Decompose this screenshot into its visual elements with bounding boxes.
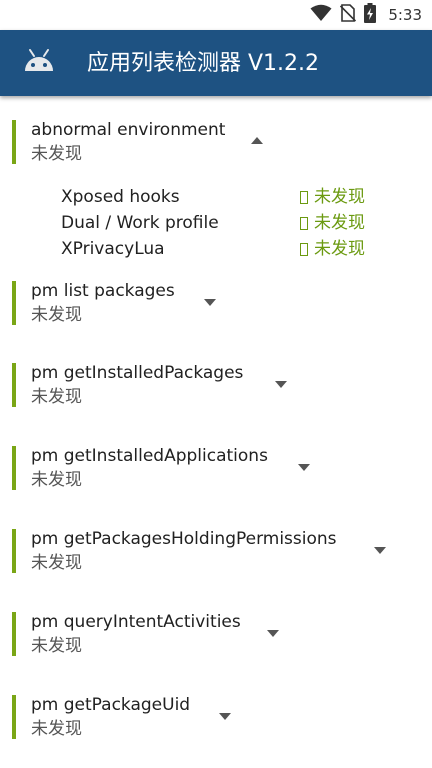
section-status: 未发现 bbox=[31, 144, 82, 164]
status-time: 5:33 bbox=[388, 6, 422, 24]
expand-arrow-icon[interactable] bbox=[267, 630, 279, 637]
section-title: pm getInstalledPackages bbox=[31, 363, 244, 383]
sub-item-status: 未发现 bbox=[300, 184, 365, 210]
sub-item-status: 未发现 bbox=[300, 236, 365, 262]
sub-item-label: Xposed hooks bbox=[61, 187, 180, 207]
status-icons: 5:33 bbox=[310, 3, 422, 27]
section-title: pm queryIntentActivities bbox=[31, 612, 241, 632]
expand-arrow-icon[interactable] bbox=[374, 547, 386, 554]
section-pm-list-packages[interactable]: pm list packages 未发现 bbox=[0, 279, 432, 327]
section-pm-getinstalledapplications[interactable]: pm getInstalledApplications 未发现 bbox=[0, 444, 432, 492]
android-icon bbox=[22, 47, 56, 79]
expand-arrow-icon[interactable] bbox=[219, 713, 231, 720]
section-accent-bar bbox=[12, 281, 16, 325]
section-title: abnormal environment bbox=[31, 120, 226, 140]
sub-item-label: Dual / Work profile bbox=[61, 213, 219, 233]
section-pm-queryintentactivities[interactable]: pm queryIntentActivities 未发现 bbox=[0, 610, 432, 658]
section-accent-bar bbox=[12, 446, 16, 490]
section-status: 未发现 bbox=[31, 636, 82, 656]
section-pm-getpackageuid[interactable]: pm getPackageUid 未发现 bbox=[0, 693, 432, 741]
checkbox-icon bbox=[300, 216, 308, 230]
section-accent-bar bbox=[12, 529, 16, 573]
sub-item-label: XPrivacyLua bbox=[61, 239, 165, 259]
section-status: 未发现 bbox=[31, 719, 82, 739]
app-title: 应用列表检测器 V1.2.2 bbox=[87, 51, 320, 76]
list-item-dual-work-profile: Dual / Work profile 未发现 bbox=[0, 210, 432, 236]
section-title: pm list packages bbox=[31, 281, 175, 301]
section-title: pm getInstalledApplications bbox=[31, 446, 268, 466]
section-status: 未发现 bbox=[31, 387, 82, 407]
battery-charging-icon bbox=[364, 3, 377, 27]
list-item-xprivacylua: XPrivacyLua 未发现 bbox=[0, 236, 432, 262]
section-abnormal-environment[interactable]: abnormal environment 未发现 bbox=[0, 118, 432, 166]
section-pm-getinstalledpackages[interactable]: pm getInstalledPackages 未发现 bbox=[0, 361, 432, 409]
section-title: pm getPackagesHoldingPermissions bbox=[31, 529, 337, 549]
section-status: 未发现 bbox=[31, 305, 82, 325]
section-status: 未发现 bbox=[31, 553, 82, 573]
expand-arrow-icon[interactable] bbox=[204, 299, 216, 306]
section-status: 未发现 bbox=[31, 470, 82, 490]
section-accent-bar bbox=[12, 612, 16, 656]
checkbox-icon bbox=[300, 242, 308, 256]
section-accent-bar bbox=[12, 363, 16, 407]
section-title: pm getPackageUid bbox=[31, 695, 191, 715]
sub-item-status: 未发现 bbox=[300, 210, 365, 236]
collapse-arrow-icon[interactable] bbox=[251, 137, 263, 144]
no-sim-icon bbox=[340, 4, 357, 26]
expand-arrow-icon[interactable] bbox=[275, 381, 287, 388]
list-item-xposed-hooks: Xposed hooks 未发现 bbox=[0, 184, 432, 210]
status-bar: 5:33 bbox=[0, 0, 432, 30]
expand-arrow-icon[interactable] bbox=[298, 464, 310, 471]
app-bar: 应用列表检测器 V1.2.2 bbox=[0, 30, 432, 96]
wifi-icon bbox=[310, 4, 332, 26]
section-accent-bar bbox=[12, 120, 16, 164]
checkbox-icon bbox=[300, 190, 308, 204]
section-accent-bar bbox=[12, 695, 16, 739]
section-pm-getpackagesholdingpermissions[interactable]: pm getPackagesHoldingPermissions 未发现 bbox=[0, 527, 432, 575]
